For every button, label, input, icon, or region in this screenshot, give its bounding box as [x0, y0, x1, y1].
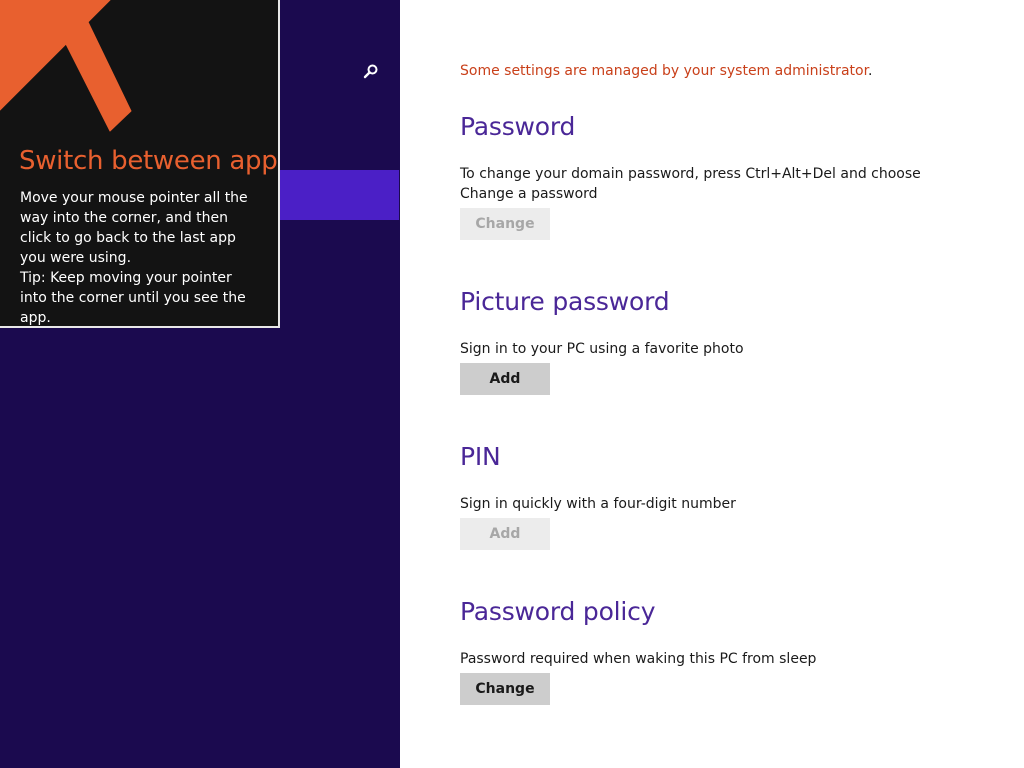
pin-description: Sign in quickly with a four-digit number [460, 496, 736, 512]
tip-title: Switch between apps [19, 146, 280, 176]
password-description: To change your domain password, press Ct… [460, 166, 921, 202]
pin-title: PIN [460, 442, 501, 471]
password-policy-description: Password required when waking this PC fr… [460, 651, 817, 667]
add-picture-password-button[interactable]: Add [460, 363, 550, 395]
tip-instructions: Move your mouse pointer all the way into… [20, 190, 248, 266]
admin-notice-text: Some settings are managed by your system… [460, 63, 869, 79]
search-button[interactable] [358, 58, 384, 84]
picture-password-title: Picture password [460, 287, 670, 316]
arrow-up-left-icon [0, 0, 132, 132]
admin-notice: Some settings are managed by your system… [460, 63, 873, 79]
tip-hint: Tip: Keep moving your pointer into the c… [20, 270, 246, 326]
change-password-policy-button[interactable]: Change [460, 673, 550, 705]
switch-apps-tip: Switch between apps Move your mouse poin… [0, 0, 280, 328]
password-policy-title: Password policy [460, 597, 656, 626]
tip-body: Move your mouse pointer all the way into… [20, 188, 260, 326]
password-title: Password [460, 112, 576, 141]
selected-nav-item[interactable] [280, 170, 399, 220]
admin-notice-period: . [868, 63, 873, 79]
change-password-button: Change [460, 208, 550, 240]
add-pin-button: Add [460, 518, 550, 550]
search-icon [363, 64, 378, 79]
picture-password-description: Sign in to your PC using a favorite phot… [460, 341, 744, 357]
pc-settings-screen: Switch between apps Move your mouse poin… [0, 0, 1024, 768]
